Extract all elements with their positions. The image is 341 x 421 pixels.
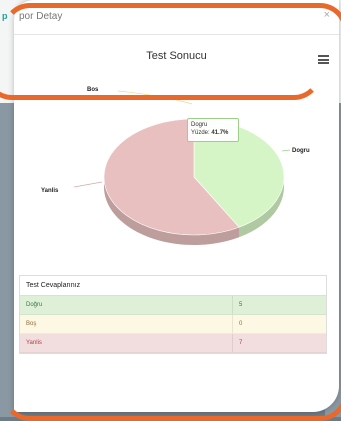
orange-frame-outer: [2, 3, 341, 421]
